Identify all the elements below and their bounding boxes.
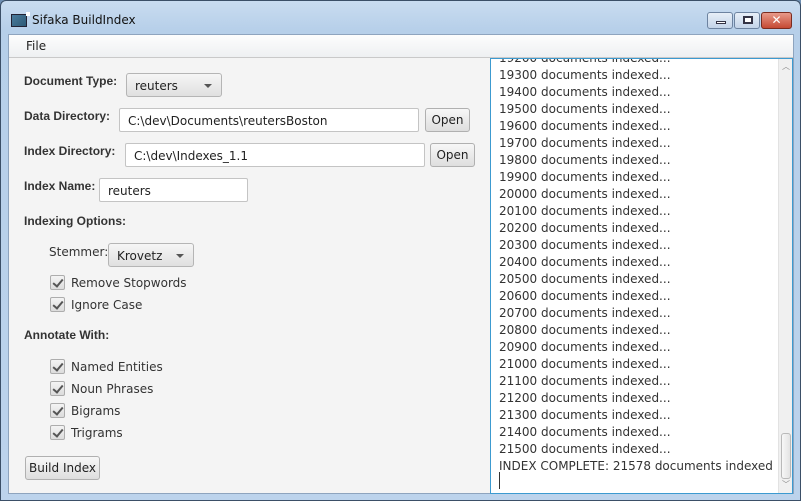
log-line: 19900 documents indexed... bbox=[499, 170, 671, 184]
minimize-icon bbox=[716, 21, 726, 24]
data-directory-input[interactable]: C:\dev\Documents\reutersBoston bbox=[119, 108, 419, 132]
log-line: INDEX COMPLETE: 21578 documents indexed bbox=[499, 459, 773, 473]
ignore-case-label: Ignore Case bbox=[71, 297, 143, 312]
log-line: 19200 documents indexed... bbox=[499, 58, 671, 65]
log-lines: 19200 documents indexed... 19300 document… bbox=[499, 58, 773, 475]
window-title: Sifaka BuildIndex bbox=[32, 13, 136, 27]
checkmark-icon bbox=[50, 403, 65, 418]
app-window: Sifaka BuildIndex ✕ File Document Type: … bbox=[0, 0, 801, 501]
scroll-up-icon[interactable]: ︿ bbox=[781, 62, 791, 72]
log-line: 21400 documents indexed... bbox=[499, 425, 671, 439]
index-name-input[interactable]: reuters bbox=[99, 178, 248, 202]
data-directory-open-button[interactable]: Open bbox=[425, 108, 470, 132]
document-type-value: reuters bbox=[135, 79, 178, 93]
chevron-down-icon bbox=[204, 84, 212, 88]
remove-stopwords-label: Remove Stopwords bbox=[71, 275, 187, 290]
log-scrollbar[interactable]: ︿ ﹀ bbox=[778, 59, 792, 493]
stemmer-label: Stemmer: bbox=[49, 245, 109, 259]
log-line: 21100 documents indexed... bbox=[499, 374, 671, 388]
log-line: 21500 documents indexed... bbox=[499, 442, 671, 456]
stemmer-value: Krovetz bbox=[117, 249, 163, 263]
menu-bar: File bbox=[9, 35, 793, 58]
log-output-textarea[interactable]: 19200 documents indexed... 19300 document… bbox=[490, 58, 793, 494]
log-line: 20700 documents indexed... bbox=[499, 306, 671, 320]
menu-file[interactable]: File bbox=[26, 39, 46, 53]
named-entities-label: Named Entities bbox=[71, 359, 163, 374]
log-line: 19600 documents indexed... bbox=[499, 119, 671, 133]
checkmark-icon bbox=[50, 359, 65, 374]
trigrams-label: Trigrams bbox=[71, 425, 123, 440]
title-bar[interactable]: Sifaka BuildIndex ✕ bbox=[1, 1, 800, 35]
maximize-icon bbox=[743, 16, 753, 24]
scroll-down-icon[interactable]: ﹀ bbox=[781, 480, 791, 490]
index-directory-label: Index Directory: bbox=[24, 144, 116, 158]
close-icon: ✕ bbox=[771, 13, 782, 27]
indexing-options-heading: Indexing Options: bbox=[24, 214, 126, 228]
log-line: 20000 documents indexed... bbox=[499, 187, 671, 201]
remove-stopwords-checkbox[interactable]: Remove Stopwords bbox=[50, 275, 187, 290]
log-line: 19300 documents indexed... bbox=[499, 68, 671, 82]
scrollbar-thumb[interactable] bbox=[781, 433, 791, 479]
checkmark-icon bbox=[50, 275, 65, 290]
index-directory-input[interactable]: C:\dev\Indexes_1.1 bbox=[125, 143, 425, 167]
noun-phrases-checkbox[interactable]: Noun Phrases bbox=[50, 381, 153, 396]
minimize-button[interactable] bbox=[707, 12, 733, 29]
document-type-label: Document Type: bbox=[24, 74, 118, 88]
checkmark-icon bbox=[50, 297, 65, 312]
document-type-select[interactable]: reuters bbox=[126, 73, 222, 97]
maximize-button[interactable] bbox=[734, 12, 760, 29]
log-line: 21300 documents indexed... bbox=[499, 408, 671, 422]
log-line: 19800 documents indexed... bbox=[499, 153, 671, 167]
log-line: 20500 documents indexed... bbox=[499, 272, 671, 286]
ignore-case-checkbox[interactable]: Ignore Case bbox=[50, 297, 142, 312]
bigrams-checkbox[interactable]: Bigrams bbox=[50, 403, 120, 418]
annotate-with-heading: Annotate With: bbox=[24, 328, 110, 342]
log-line: 19500 documents indexed... bbox=[499, 102, 671, 116]
log-line: 21200 documents indexed... bbox=[499, 391, 671, 405]
noun-phrases-label: Noun Phrases bbox=[71, 381, 154, 396]
trigrams-checkbox[interactable]: Trigrams bbox=[50, 425, 123, 440]
bigrams-label: Bigrams bbox=[71, 403, 121, 418]
build-index-button[interactable]: Build Index bbox=[25, 456, 100, 480]
text-caret bbox=[499, 472, 500, 489]
log-line: 20100 documents indexed... bbox=[499, 204, 671, 218]
index-directory-open-button[interactable]: Open bbox=[430, 143, 475, 167]
checkmark-icon bbox=[50, 425, 65, 440]
app-icon bbox=[11, 12, 30, 27]
stemmer-select[interactable]: Krovetz bbox=[108, 243, 194, 267]
log-line: 19400 documents indexed... bbox=[499, 85, 671, 99]
log-line: 21000 documents indexed... bbox=[499, 357, 671, 371]
client-area: File Document Type: reuters Data Directo… bbox=[8, 34, 794, 494]
index-name-label: Index Name: bbox=[24, 179, 96, 193]
log-line: 20300 documents indexed... bbox=[499, 238, 671, 252]
log-line: 19700 documents indexed... bbox=[499, 136, 671, 150]
log-line: 20800 documents indexed... bbox=[499, 323, 671, 337]
log-line: 20900 documents indexed... bbox=[499, 340, 671, 354]
log-line: 20400 documents indexed... bbox=[499, 255, 671, 269]
close-button[interactable]: ✕ bbox=[761, 12, 792, 29]
chevron-down-icon bbox=[176, 254, 184, 258]
data-directory-label: Data Directory: bbox=[24, 109, 111, 123]
log-line: 20200 documents indexed... bbox=[499, 221, 671, 235]
checkmark-icon bbox=[50, 381, 65, 396]
named-entities-checkbox[interactable]: Named Entities bbox=[50, 359, 163, 374]
log-line: 20600 documents indexed... bbox=[499, 289, 671, 303]
